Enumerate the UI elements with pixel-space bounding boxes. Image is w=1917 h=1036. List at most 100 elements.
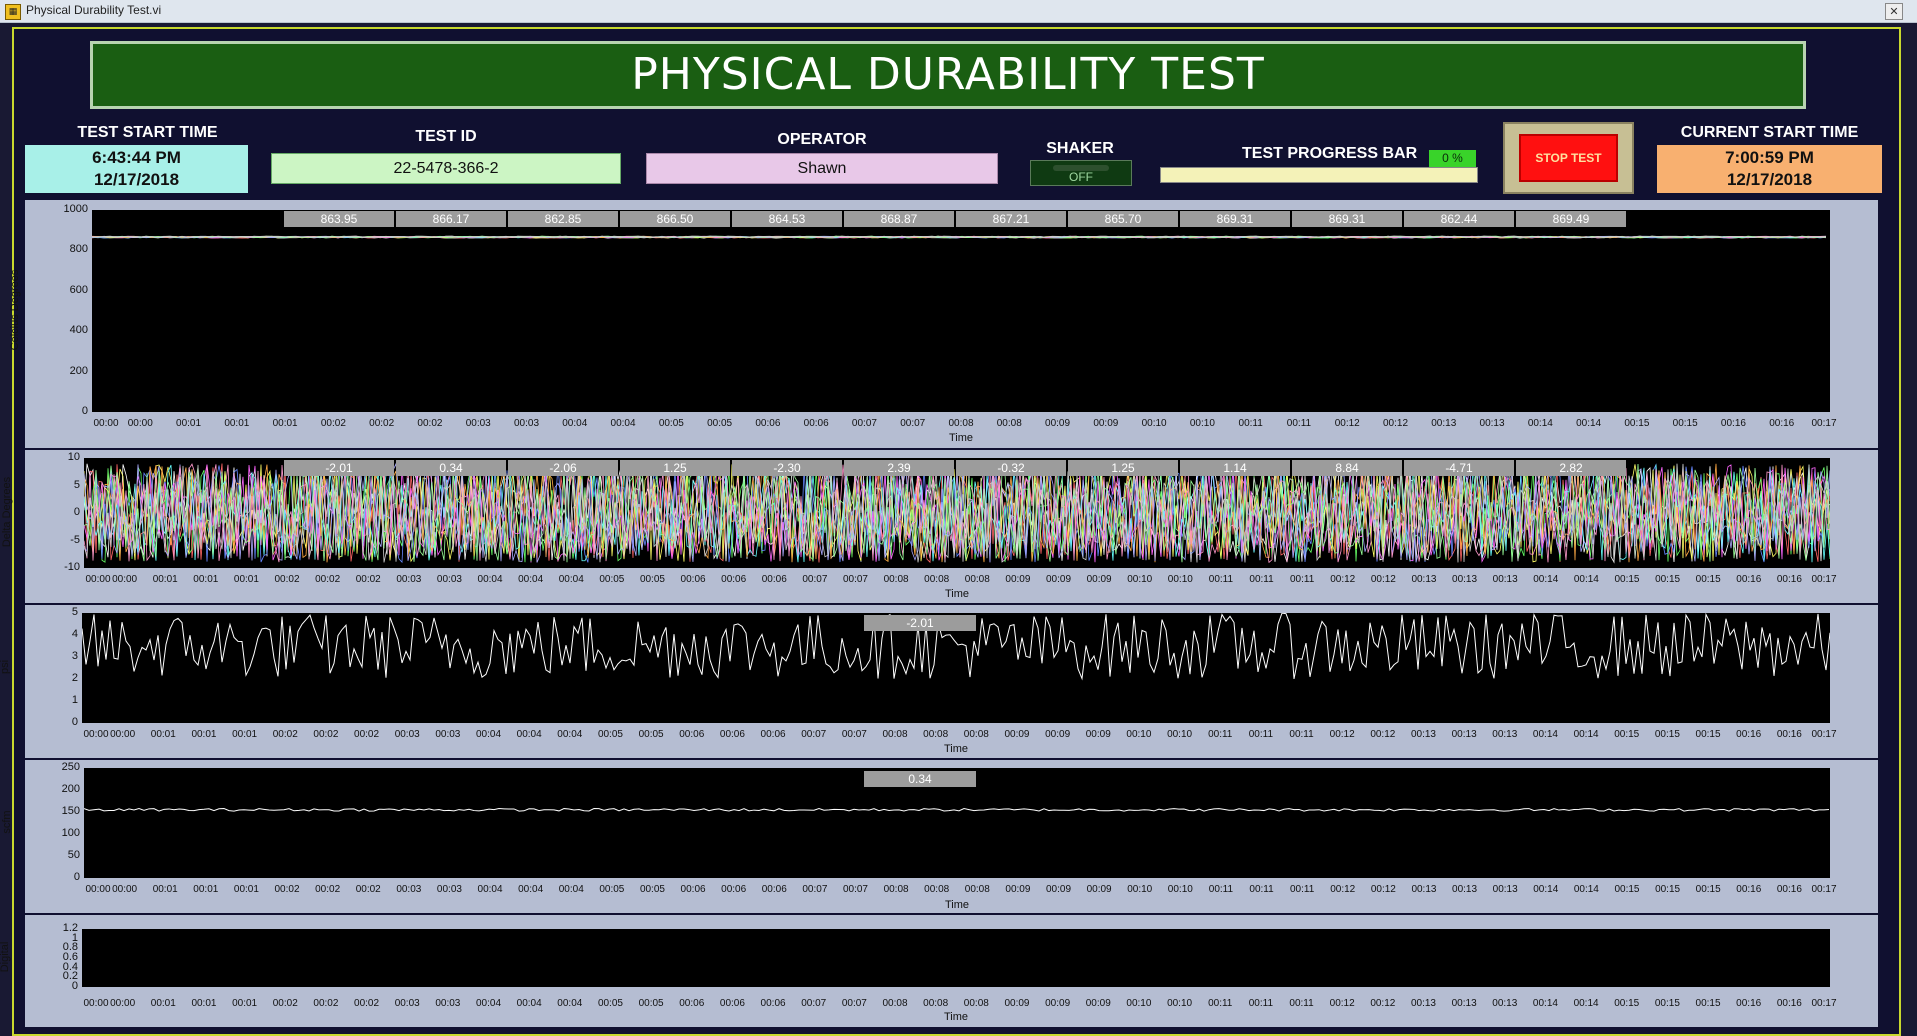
y-tick-label: 0 [81, 405, 88, 417]
x-tick-label: 00:11 [1248, 729, 1274, 740]
x-tick-label: 00:16 [1736, 729, 1762, 740]
x-tick-label: 00:08 [963, 729, 989, 740]
x-tick-label: 00:11 [1289, 574, 1315, 585]
x-tick-label: 00:14 [1527, 418, 1553, 429]
cursor-value-label[interactable]: 867.21 [956, 211, 1066, 227]
y-tick-label: 100 [61, 827, 80, 839]
x-tick-label: 00:12 [1329, 998, 1355, 1009]
cursor-value-label[interactable]: -0.32 [956, 460, 1066, 476]
chart-plot-area[interactable] [92, 210, 1830, 412]
x-tick-labels: 00:00 00:00 00:01 00:01 00:01 00:02 00:02 00:02… [82, 729, 1836, 743]
x-tick-label: 00:03 [435, 729, 461, 740]
x-tick-label: 00:16 [1769, 418, 1795, 429]
cursor-value-label[interactable]: 869.49 [1516, 211, 1626, 227]
y-tick-label: 400 [69, 324, 88, 337]
x-tick-label: 00:04 [477, 574, 503, 585]
x-tick-label: 00:10 [1127, 574, 1153, 585]
cursor-value-label[interactable]: 865.70 [1068, 211, 1178, 227]
cursor-value-label[interactable]: -2.06 [508, 460, 618, 476]
x-tick-label: 00:01 [193, 574, 219, 585]
cursor-value-label[interactable]: 0.34 [864, 771, 976, 787]
x-tick-label: 00:06 [680, 884, 706, 895]
x-tick-label: 00:01 [232, 998, 258, 1009]
y-axis-title: Delta Degrees [1, 476, 13, 548]
x-tick-labels: 00:00 00:00 00:01 00:01 00:01 00:02 00:02 00:02… [92, 418, 1836, 432]
x-tick-label: 00:10 [1167, 998, 1193, 1009]
shaker-state: OFF [1069, 170, 1093, 184]
cursor-value-label[interactable]: 869.31 [1292, 211, 1402, 227]
y-tick-label: 0 [73, 871, 80, 883]
y-tick-label: 5 [73, 478, 80, 491]
x-tick-label: 00:12 [1329, 729, 1355, 740]
cursor-value-label[interactable]: -2.01 [284, 460, 394, 476]
x-axis-title: Time [944, 743, 969, 755]
x-tick-label: 00:15 [1655, 574, 1681, 585]
x-tick-label: 00:13 [1410, 729, 1436, 740]
cursor-value-label[interactable]: 864.53 [732, 211, 842, 227]
cursor-value-label[interactable]: 863.95 [284, 211, 394, 227]
window-close-button[interactable]: ✕ [1885, 3, 1903, 20]
cursor-value-label[interactable]: 862.85 [508, 211, 618, 227]
x-tick-label: 00:17 [1811, 729, 1837, 740]
test-id-field[interactable]: 22-5478-366-2 [271, 153, 621, 184]
x-tick-label: 00:02 [315, 574, 341, 585]
x-tick-label: 00:09 [1004, 729, 1030, 740]
cursor-value-label[interactable]: 8.84 [1292, 460, 1402, 476]
x-tick-label: 00:08 [923, 729, 949, 740]
cursor-value-label[interactable]: 2.39 [844, 460, 954, 476]
cursor-value-label[interactable]: 866.50 [620, 211, 730, 227]
x-tick-label: 00:08 [924, 574, 950, 585]
x-tick-label: 00:02 [274, 574, 300, 585]
y-tick-label: 1 [71, 694, 78, 706]
x-tick-label: 00:15 [1614, 998, 1640, 1009]
x-tick-label: 00:02 [272, 998, 298, 1009]
x-tick-label: 00:10 [1167, 729, 1193, 740]
x-tick-labels: 00:00 00:00 00:01 00:01 00:01 00:02 00:02 00:02… [82, 998, 1836, 1012]
cursor-value-label[interactable]: -4.71 [1404, 460, 1514, 476]
cursor-value-label[interactable]: -2.01 [864, 615, 976, 631]
cursor-value-label[interactable]: 869.31 [1180, 211, 1290, 227]
cursor-value-label[interactable]: 0.34 [396, 460, 506, 476]
cursor-value-label[interactable]: 868.87 [844, 211, 954, 227]
x-tick-label: 00:08 [948, 418, 974, 429]
cursor-value-label[interactable]: 862.44 [1404, 211, 1514, 227]
x-tick-label: 00:05 [639, 884, 665, 895]
x-tick-label: 00:08 [964, 574, 990, 585]
x-tick-label: 00:10 [1141, 418, 1167, 429]
x-tick-label: 00:02 [274, 884, 300, 895]
cursor-value-label[interactable]: 1.25 [1068, 460, 1178, 476]
cursor-value-label[interactable]: 866.17 [396, 211, 506, 227]
x-tick-label: 00:00 [85, 574, 111, 585]
x-tick-label: 00:09 [1045, 574, 1072, 585]
x-tick-label: 00:06 [761, 574, 787, 585]
x-tick-label: 00:00 [112, 884, 138, 895]
x-tick-label: 00:08 [883, 574, 909, 585]
x-tick-label: 00:17 [1811, 418, 1837, 429]
stop-test-button[interactable]: STOP TEST [1519, 134, 1618, 182]
x-tick-label: 00:12 [1370, 884, 1396, 895]
x-tick-label: 00:13 [1452, 884, 1478, 895]
cursor-value-label[interactable]: 1.14 [1180, 460, 1290, 476]
x-tick-label: 00:03 [394, 729, 420, 740]
y-tick-label: 5 [71, 606, 78, 618]
current-start-date-value: 12/17/2018 [1726, 170, 1813, 189]
cursor-value-label[interactable]: 1.25 [620, 460, 730, 476]
operator-field[interactable]: Shawn [646, 153, 998, 184]
y-axis-title: Digital [0, 941, 11, 973]
x-tick-label: 00:09 [1085, 729, 1111, 740]
x-tick-label: 00:06 [679, 998, 705, 1009]
cursor-value-label[interactable]: -2.30 [732, 460, 842, 476]
x-tick-label: 00:08 [882, 729, 908, 740]
x-tick-label: 00:02 [369, 418, 395, 429]
x-tick-label: 00:13 [1411, 884, 1437, 895]
x-tick-label: 00:03 [465, 418, 491, 429]
cursor-value-label[interactable]: 2.82 [1516, 460, 1626, 476]
x-tick-label: 00:13 [1492, 998, 1518, 1009]
page-title: PHYSICAL DURABILITY TEST [90, 41, 1806, 109]
flow-series-line [84, 807, 1830, 812]
x-tick-label: 00:08 [963, 998, 989, 1009]
x-tick-label: 00:06 [719, 998, 745, 1009]
x-tick-label: 00:06 [679, 729, 705, 740]
chart-plot-area[interactable] [82, 929, 1830, 987]
x-tick-label: 00:04 [558, 884, 584, 895]
